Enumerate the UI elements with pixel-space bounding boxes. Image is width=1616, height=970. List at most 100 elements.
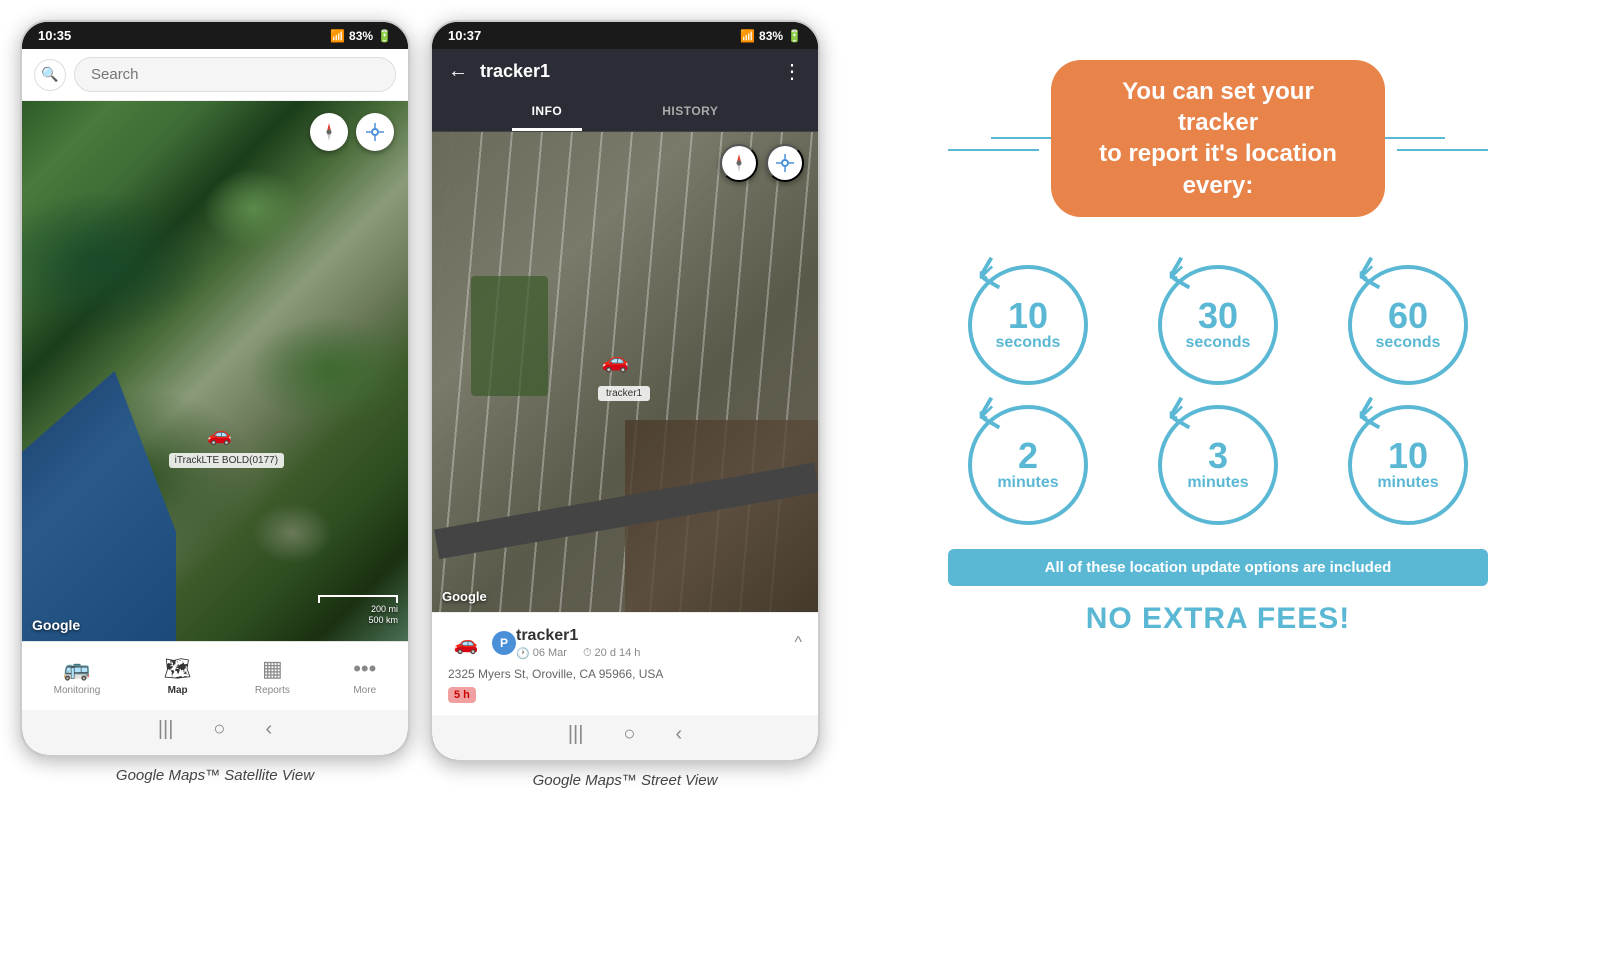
phone2-wifi-icon: 📶: [740, 29, 755, 43]
circle-ring-2min: ↙ 2 minutes: [968, 405, 1088, 525]
phone2-title: tracker1: [480, 61, 770, 82]
arrow-60sec: ↙: [1357, 259, 1375, 285]
circle-number-60: 60: [1388, 298, 1428, 334]
circle-10min: ↙ 10 minutes: [1328, 405, 1488, 525]
phone1-battery-icon: 🔋: [377, 29, 392, 43]
circles-grid: ↙ 10 seconds ↙ 30 seconds ↙ 60 seconds: [948, 265, 1488, 525]
compass-button2[interactable]: [720, 144, 758, 182]
nav-map-label: Map: [168, 685, 188, 696]
nav-map[interactable]: 🗺 Map: [154, 652, 202, 700]
phone1-caption: Google Maps™ Satellite View: [116, 767, 314, 784]
title-line-right: [1397, 149, 1488, 151]
nav-monitoring[interactable]: 🚌 Monitoring: [44, 652, 111, 700]
tracker-p-badge: P: [492, 631, 516, 655]
tracker-meta: 🕐 06 Mar ⏱ 20 d 14 h: [516, 647, 794, 660]
phone2-street: 10:37 📶 83% 🔋 ← tracker1 ⋮ INFO HISTORY: [430, 20, 820, 762]
circle-number-3: 3: [1208, 438, 1228, 474]
chevron-up-icon: ^: [794, 634, 802, 652]
tracker-duration: ⏱ 20 d 14 h: [583, 647, 640, 660]
tracker-name-info: tracker1 🕐 06 Mar ⏱ 20 d 14 h: [516, 627, 794, 660]
phone1-status-right: 📶 83% 🔋: [330, 29, 392, 43]
home-gesture-btn2[interactable]: ○: [623, 723, 635, 746]
phone1-time: 10:35: [38, 28, 71, 43]
circle-number-10: 10: [1008, 298, 1048, 334]
nav-reports[interactable]: ▦ Reports: [245, 652, 300, 700]
scale-200mi: 200 mi: [318, 604, 398, 616]
google-logo-sat: Google: [32, 617, 80, 633]
phone1-home-indicator: ||| ○ ‹: [22, 710, 408, 755]
title-line-left: [948, 149, 1039, 151]
phone1-satellite: 10:35 📶 83% 🔋 🔍: [20, 20, 410, 757]
home-gesture-btn[interactable]: ○: [213, 718, 225, 741]
tracker-name: tracker1: [516, 627, 794, 645]
location-button2[interactable]: [766, 144, 804, 182]
circle-unit-10min: minutes: [1377, 474, 1438, 492]
tracker-label-sat: iTrackLTE BOLD(0177): [169, 453, 284, 468]
phone2-caption: Google Maps™ Street View: [533, 772, 718, 789]
search-icon: 🔍: [34, 59, 66, 91]
timer-icon: ⏱: [583, 647, 592, 660]
tracker-icon-group: 🚗 P: [448, 625, 516, 661]
phone2-tabs: INFO HISTORY: [432, 94, 818, 132]
more-icon: •••: [353, 656, 376, 682]
circle-unit-60sec: seconds: [1376, 334, 1441, 352]
nav-reports-label: Reports: [255, 685, 290, 696]
circle-ring-30sec: ↙ 30 seconds: [1158, 265, 1278, 385]
tracker-label-street: tracker1: [598, 386, 650, 401]
scale-bar: 200 mi 500 km: [318, 595, 398, 627]
phone2-status-right: 📶 83% 🔋: [740, 29, 802, 43]
map-marker-street: 🚗: [602, 348, 629, 374]
street-map: 🚗 tracker1 Google: [432, 132, 818, 612]
search-input[interactable]: [74, 57, 396, 92]
right-panel: You can set your tracker to report it's …: [840, 20, 1596, 676]
arrow-2min: ↙: [977, 399, 995, 425]
tracker-info-header: 🚗 P tracker1 🕐 06 Mar ⏱ 20 d 14 h: [448, 625, 802, 661]
water-overlay: [22, 371, 176, 641]
circle-2min: ↙ 2 minutes: [948, 405, 1108, 525]
circle-unit-30sec: seconds: [1186, 334, 1251, 352]
clock-icon: 🕐: [516, 647, 530, 660]
phone1-search-bar: 🔍: [22, 49, 408, 101]
back-gesture-btn2[interactable]: |||: [568, 723, 584, 746]
compass-button[interactable]: [310, 113, 348, 151]
map-icon: 🗺: [164, 656, 192, 682]
circle-unit-2min: minutes: [997, 474, 1058, 492]
phone2-status-bar: 10:37 📶 83% 🔋: [432, 22, 818, 49]
google-logo-street: Google: [442, 589, 487, 604]
scale-bar-line: [318, 595, 398, 603]
phone2-battery-icon: 🔋: [787, 29, 802, 43]
arrow-30sec: ↙: [1167, 259, 1185, 285]
circle-30sec: ↙ 30 seconds: [1138, 265, 1298, 385]
tracker-badge: 5 h: [448, 687, 476, 703]
phone1-nav-bar: 🚌 Monitoring 🗺 Map ▦ Reports ••• More: [22, 641, 408, 710]
recent-gesture-btn2[interactable]: ‹: [676, 723, 683, 746]
tab-history[interactable]: HISTORY: [642, 94, 738, 131]
no-fees-text: NO EXTRA FEES!: [948, 602, 1488, 636]
back-button[interactable]: ←: [448, 60, 468, 83]
back-gesture-btn[interactable]: |||: [158, 718, 174, 741]
circle-ring-60sec: ↙ 60 seconds: [1348, 265, 1468, 385]
phone2-time: 10:37: [448, 28, 481, 43]
green-area: [471, 276, 548, 396]
included-banner: All of these location update options are…: [948, 549, 1488, 586]
phone2-header: ← tracker1 ⋮: [432, 49, 818, 94]
phone1-battery: 83%: [349, 29, 373, 43]
recent-gesture-btn[interactable]: ‹: [266, 718, 273, 741]
location-button[interactable]: [356, 113, 394, 151]
more-options-button[interactable]: ⋮: [782, 59, 802, 84]
map-marker-sat: 🚗: [207, 422, 232, 447]
circle-number-2: 2: [1018, 438, 1038, 474]
tab-info[interactable]: INFO: [512, 94, 583, 131]
circle-ring-10min: ↙ 10 minutes: [1348, 405, 1468, 525]
nav-more-label: More: [353, 685, 376, 696]
circle-3min: ↙ 3 minutes: [1138, 405, 1298, 525]
reports-icon: ▦: [262, 656, 283, 682]
nav-more[interactable]: ••• More: [343, 652, 386, 700]
circle-ring-3min: ↙ 3 minutes: [1158, 405, 1278, 525]
circle-60sec: ↙ 60 seconds: [1328, 265, 1488, 385]
tracker-date: 🕐 06 Mar: [516, 647, 567, 660]
phone2-battery: 83%: [759, 29, 783, 43]
nav-monitoring-label: Monitoring: [54, 685, 101, 696]
tracker-car-icon: 🚗: [448, 625, 484, 661]
circle-number-30: 30: [1198, 298, 1238, 334]
